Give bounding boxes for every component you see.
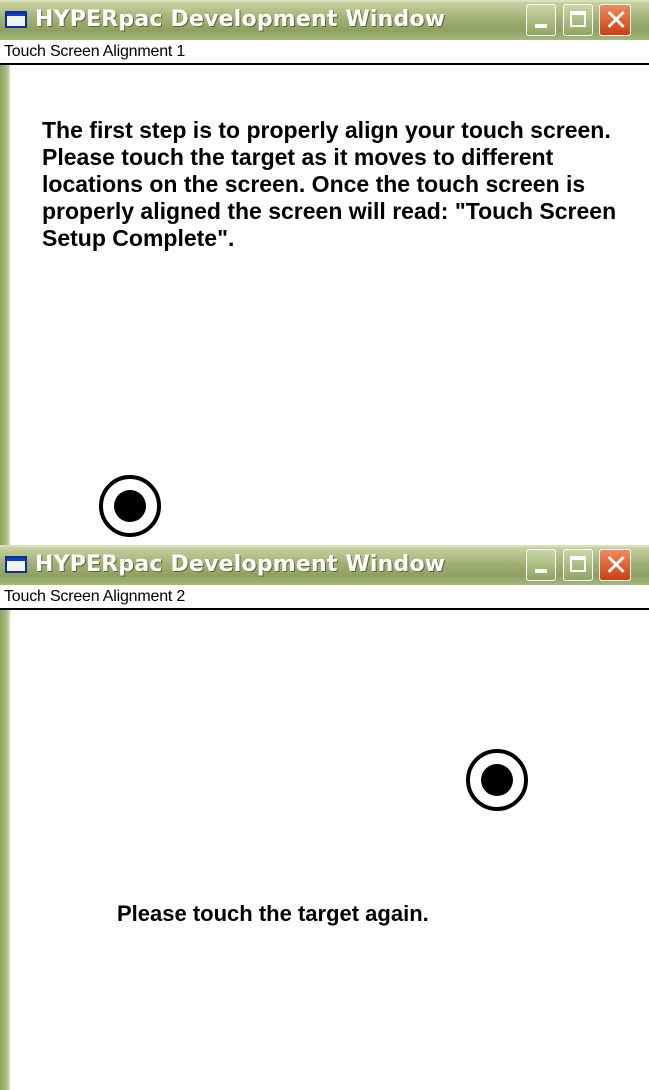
development-window-1: HYPERpac Development Window ✕ Touch Scre… (0, 0, 649, 545)
window-content: The first step is to properly align your… (10, 65, 649, 545)
maximize-icon (570, 556, 586, 572)
window-border (0, 40, 10, 545)
minimize-button[interactable] (526, 4, 556, 36)
window-app-icon (5, 556, 27, 573)
window-content: Please touch the target again. (10, 610, 649, 1090)
instructions-text: The first step is to properly align your… (42, 117, 622, 252)
instruction-line-2: Please touch the target as it moves to d… (42, 144, 617, 251)
subtitle-bar: Touch Screen Alignment 1 (0, 40, 649, 65)
close-button[interactable]: ✕ (599, 4, 631, 36)
close-button[interactable]: ✕ (599, 549, 631, 581)
touch-target-icon[interactable] (466, 749, 528, 811)
title-bar[interactable]: HYPERpac Development Window ✕ (0, 545, 649, 585)
window-border (0, 585, 10, 1090)
window-app-icon (5, 11, 27, 28)
touch-target-icon[interactable] (99, 475, 161, 537)
minimize-button[interactable] (526, 549, 556, 581)
instruction-line-1: The first step is to properly align your… (42, 117, 611, 143)
close-icon: ✕ (604, 548, 629, 582)
maximize-button[interactable] (563, 4, 593, 36)
close-icon: ✕ (604, 3, 629, 37)
window-title: HYPERpac Development Window (35, 552, 446, 577)
development-window-2: HYPERpac Development Window ✕ Touch Scre… (0, 545, 649, 1090)
window-subtitle: Touch Screen Alignment 1 (4, 43, 186, 60)
subtitle-bar: Touch Screen Alignment 2 (0, 585, 649, 610)
window-title: HYPERpac Development Window (35, 7, 446, 32)
maximize-button[interactable] (563, 549, 593, 581)
title-bar[interactable]: HYPERpac Development Window ✕ (0, 0, 649, 40)
minimize-icon (535, 569, 547, 573)
minimize-icon (535, 24, 547, 28)
touch-again-message: Please touch the target again. (117, 901, 429, 926)
maximize-icon (570, 11, 586, 27)
window-subtitle: Touch Screen Alignment 2 (4, 588, 186, 605)
